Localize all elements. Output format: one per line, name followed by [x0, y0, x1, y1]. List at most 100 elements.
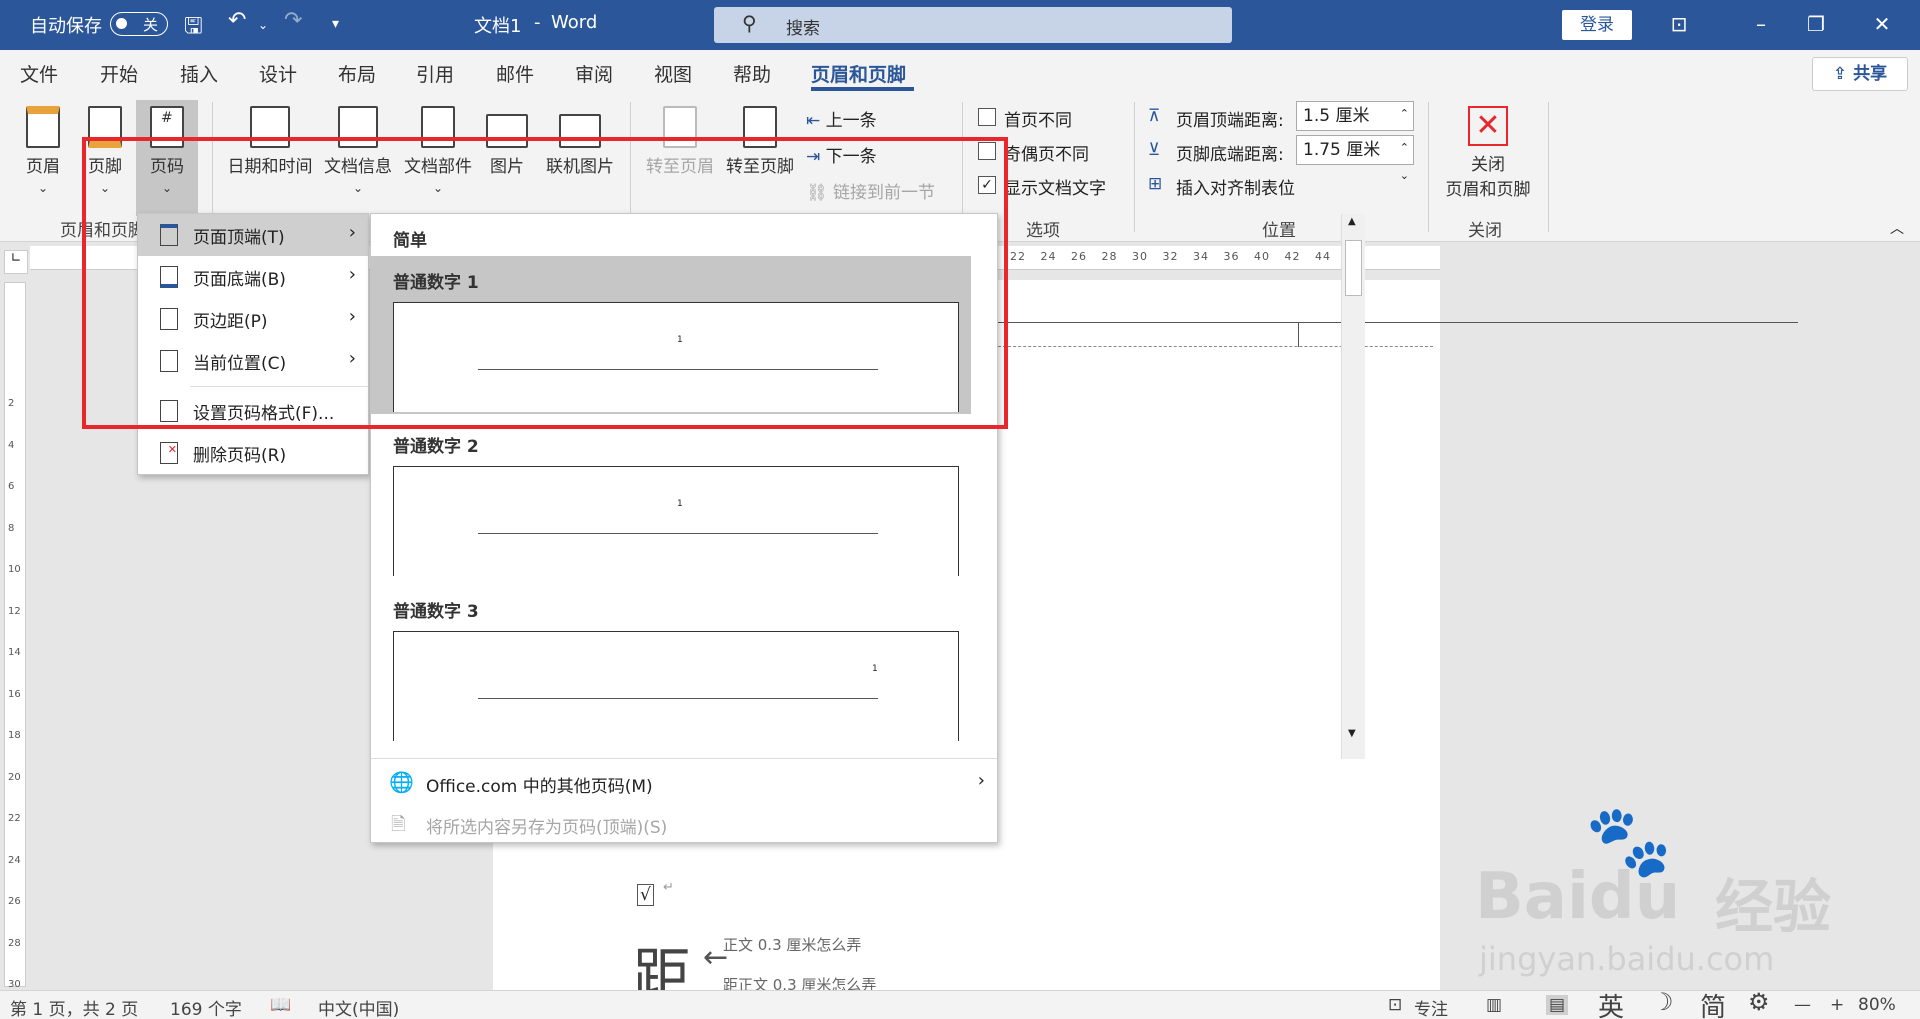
- print-layout-icon[interactable]: ▤: [1546, 995, 1569, 1015]
- tab-references[interactable]: 引用: [416, 60, 454, 87]
- ruler-tick: 36: [1223, 250, 1240, 263]
- ruler-tick: 30: [1132, 250, 1148, 263]
- vruler-labels: 2 4 6 8 10 12 14 16 18 20 22 24 26 28 30…: [8, 383, 21, 1019]
- login-button[interactable]: 登录: [1562, 10, 1632, 40]
- spinner-icon[interactable]: ⌃⌄: [1400, 134, 1409, 190]
- footer-bottom-icon: ⊻: [1148, 140, 1161, 160]
- search-placeholder: 搜索: [786, 19, 820, 39]
- close-label-2: 页眉和页脚: [1445, 180, 1531, 200]
- more-page-numbers-item[interactable]: 🌐 Office.com 中的其他页码(M) ›: [371, 762, 997, 804]
- more-page-numbers-label: Office.com 中的其他页码(M): [426, 777, 653, 797]
- ruler-tick: 22: [1010, 250, 1026, 263]
- ruler-labels: 22 24 26 28 30 32 34 36 40 42 44: [1010, 250, 1331, 263]
- close-label-1: 关闭: [1471, 155, 1505, 175]
- group-close-label: 关闭: [1468, 221, 1502, 241]
- header-top-label: 页眉顶端距离:: [1176, 111, 1284, 131]
- preview-line: [478, 533, 878, 534]
- ruler-tick: 24: [8, 854, 21, 866]
- preview-line: [478, 698, 878, 699]
- previous-button[interactable]: ⇤ 上一条: [806, 106, 877, 131]
- word-count[interactable]: 169 个字: [170, 995, 242, 1019]
- search-input[interactable]: ⚲ 搜索: [714, 7, 1232, 43]
- ime-simplified[interactable]: 简: [1700, 987, 1726, 1019]
- insert-alignment-tab-button[interactable]: 插入对齐制表位: [1176, 174, 1295, 199]
- preview-number: 1: [677, 499, 683, 509]
- gallery-item-plain-number-3[interactable]: 1: [393, 631, 959, 741]
- app-name: Word: [551, 12, 598, 33]
- save-selection-item[interactable]: 🗎 将所选内容另存为页码(顶端)(S): [371, 804, 997, 844]
- zoom-in-icon[interactable]: +: [1830, 995, 1844, 1015]
- tab-view[interactable]: 视图: [654, 60, 692, 87]
- paragraph-mark: ↵: [663, 880, 674, 895]
- tab-help[interactable]: 帮助: [733, 60, 771, 87]
- read-mode-icon[interactable]: ▥: [1486, 995, 1502, 1015]
- tab-mailings[interactable]: 邮件: [496, 60, 534, 87]
- gear-icon[interactable]: ⚙: [1748, 988, 1770, 1016]
- minimize-icon[interactable]: –: [1747, 10, 1775, 38]
- ruler-tick: 34: [1193, 250, 1209, 263]
- zoom-out-icon[interactable]: —: [1794, 995, 1811, 1015]
- gallery-item-plain-number-2[interactable]: 1: [393, 466, 959, 576]
- ruler-tick: 8: [8, 522, 15, 534]
- gallery-scrollbar[interactable]: ▲ ▼: [1341, 214, 1365, 759]
- redo-icon[interactable]: ↷: [284, 8, 302, 33]
- different-first-page-checkbox[interactable]: [978, 108, 996, 126]
- close-header-footer-button[interactable]: ✕ 关闭 页眉和页脚: [1438, 106, 1538, 200]
- ime-english[interactable]: 英: [1598, 987, 1624, 1019]
- moon-icon[interactable]: ☽: [1652, 988, 1674, 1016]
- menu-item-label: 删除页码(R): [193, 446, 287, 466]
- undo-icon[interactable]: ↶: [228, 8, 246, 33]
- header-line: [1298, 322, 1299, 347]
- tab-selector-icon[interactable]: ∟: [4, 250, 28, 274]
- tab-design[interactable]: 设计: [259, 60, 297, 87]
- tab-file[interactable]: 文件: [20, 60, 58, 87]
- zoom-level[interactable]: 80%: [1858, 995, 1896, 1015]
- header-top-input[interactable]: 1.5 厘米⌃⌄: [1296, 101, 1414, 148]
- scroll-up-icon[interactable]: ▲: [1348, 216, 1356, 227]
- header-icon: [26, 106, 60, 148]
- vertical-ruler[interactable]: 2 4 6 8 10 12 14 16 18 20 22 24 26 28 30…: [4, 282, 26, 990]
- scroll-down-icon[interactable]: ▼: [1348, 728, 1356, 739]
- ruler-tick: 18: [8, 730, 21, 741]
- header-button[interactable]: 页眉 ⌄: [20, 106, 66, 197]
- language[interactable]: 中文(中国): [318, 995, 399, 1019]
- customize-qat-icon[interactable]: ▾: [332, 16, 339, 32]
- header-top-icon: ⊼: [1148, 106, 1161, 126]
- tab-insert[interactable]: 插入: [180, 60, 218, 87]
- ribbon-display-icon[interactable]: ⊡: [1665, 10, 1693, 38]
- autosave-toggle[interactable]: 关: [110, 12, 168, 36]
- tab-home[interactable]: 开始: [100, 60, 138, 87]
- focus-label[interactable]: 专注: [1414, 995, 1448, 1019]
- tab-header-footer[interactable]: 页眉和页脚: [811, 60, 906, 87]
- scrollbar-thumb[interactable]: [1345, 240, 1362, 296]
- header-dropdown-icon: ⌄: [37, 181, 49, 195]
- tab-layout[interactable]: 布局: [338, 60, 376, 87]
- group-options-label: 选项: [1026, 221, 1060, 241]
- page-count[interactable]: 第 1 页，共 2 页: [10, 995, 138, 1019]
- header-top-value: 1.5 厘米: [1303, 106, 1370, 126]
- tab-review[interactable]: 审阅: [575, 60, 613, 87]
- ruler-tick: 42: [1284, 250, 1301, 263]
- save-icon[interactable]: 🖫: [184, 9, 203, 47]
- group-position-label: 位置: [1262, 221, 1296, 241]
- ruler-tick: 26: [1071, 250, 1087, 263]
- toggle-knob: [116, 18, 127, 29]
- restore-icon[interactable]: ❐: [1802, 10, 1830, 38]
- doc-line-1: 正文 0.3 厘米怎么弄: [723, 936, 862, 954]
- menu-item-remove-page-numbers[interactable]: ✕ 删除页码(R): [138, 432, 368, 474]
- header-boundary: [993, 346, 1433, 347]
- proofing-icon[interactable]: 📖: [270, 995, 291, 1015]
- separator: [1428, 102, 1429, 232]
- close-window-icon[interactable]: ✕: [1868, 10, 1896, 38]
- show-document-text-label: 显示文档文字: [1004, 179, 1106, 199]
- share-button[interactable]: ⇪ 共享: [1812, 57, 1908, 91]
- footer-bottom-input[interactable]: 1.75 厘米 ⌃ ⌄: [1296, 135, 1414, 182]
- ruler-tick: 12: [8, 605, 21, 617]
- gallery-item-3-title: 普通数字 3: [393, 602, 479, 622]
- collapse-ribbon-icon[interactable]: ︿: [1890, 218, 1904, 238]
- focus-icon[interactable]: ⊡: [1388, 995, 1402, 1015]
- ruler-tick: 20: [8, 771, 21, 783]
- save-to-gallery-icon: 🗎: [391, 814, 406, 835]
- watermark-url: jingyan.baidu.com: [1479, 940, 1775, 978]
- undo-dropdown-icon[interactable]: ⌄: [258, 18, 268, 32]
